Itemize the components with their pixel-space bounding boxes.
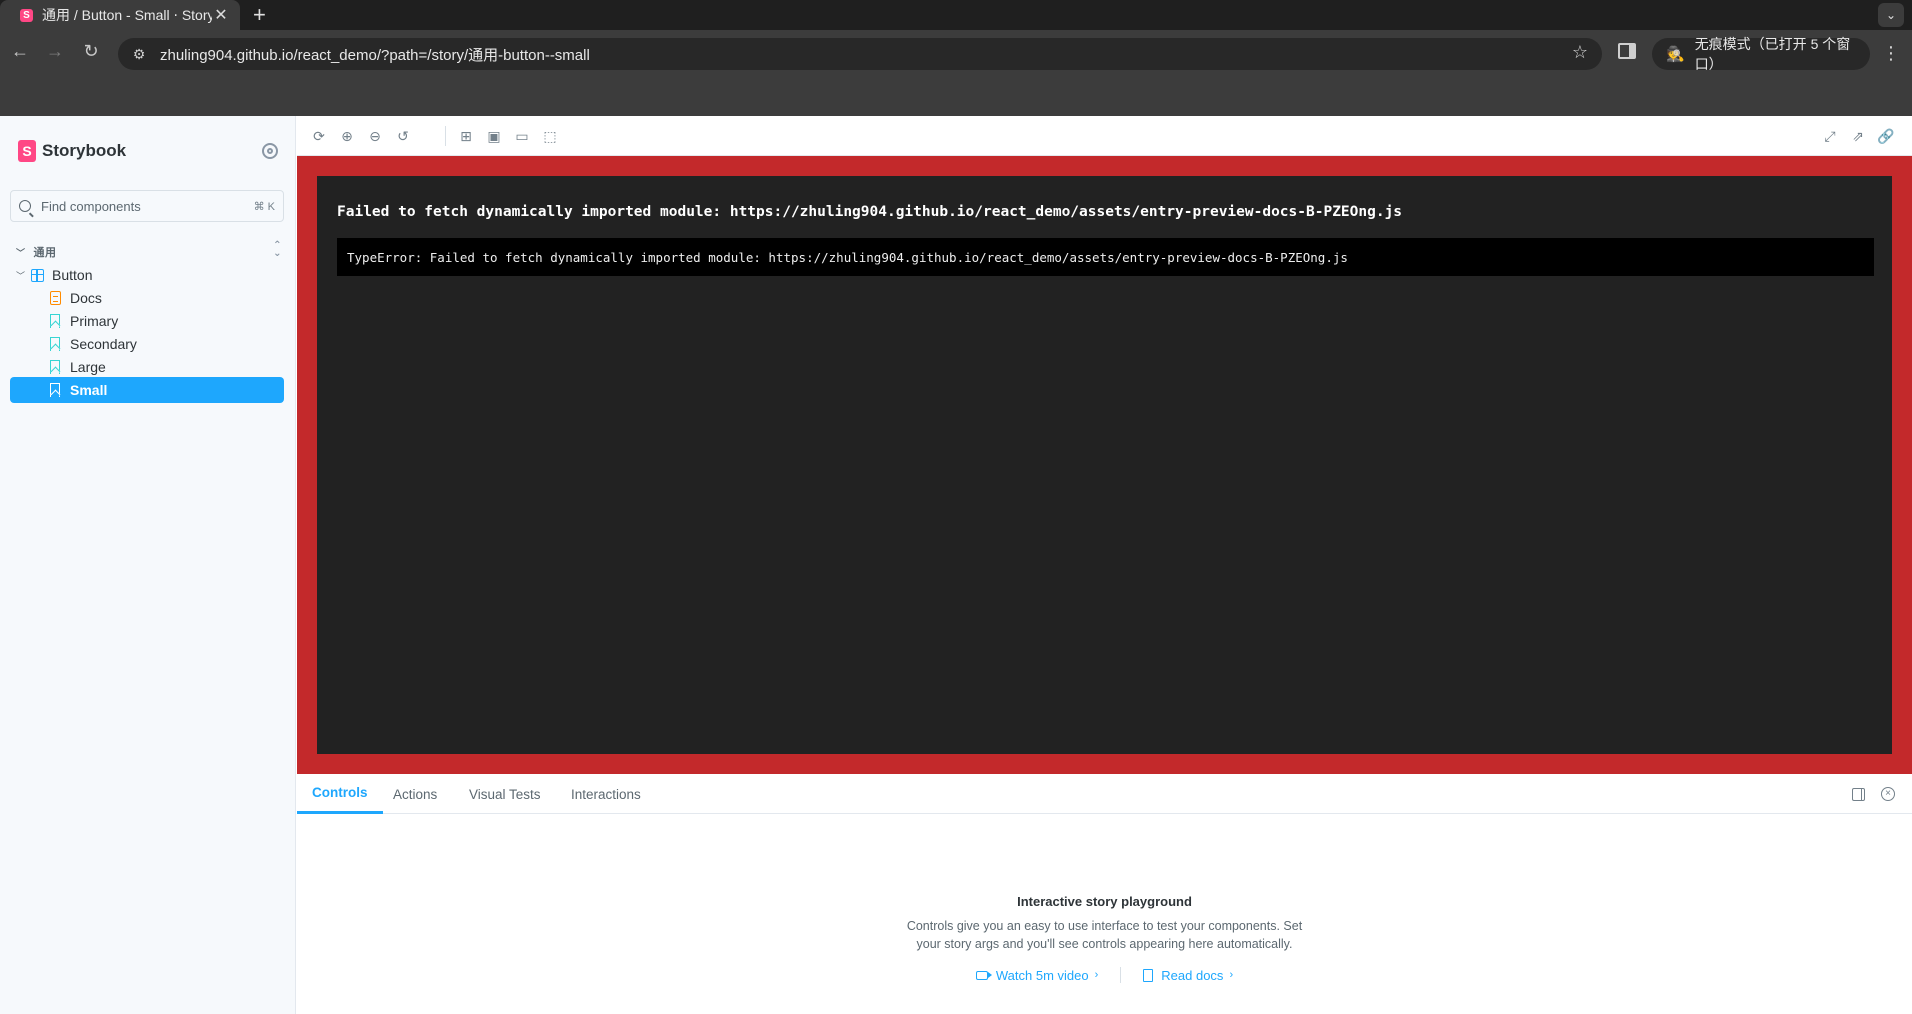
bookmark-icon: [50, 314, 60, 328]
empty-description: Controls give you an easy to use interfa…: [906, 919, 1303, 951]
error-panel: Failed to fetch dynamically imported mod…: [317, 176, 1892, 754]
chevron-right-icon: ›: [1094, 969, 1099, 981]
tab-actions[interactable]: Actions: [393, 774, 437, 814]
bookmark-icon: [50, 360, 60, 374]
search-icon: [19, 200, 31, 212]
canvas-toolbar: ⟳ ⊕ ⊖ ↺ ⊞ ▣ ▭ ⬚ ⤢ ⇗ 🔗: [297, 116, 1912, 156]
url-text[interactable]: zhuling904.github.io/react_demo/?path=/s…: [160, 44, 590, 65]
video-icon: [975, 970, 992, 980]
controls-empty-state: Interactive story playground Controls gi…: [297, 894, 1912, 983]
background-icon[interactable]: ▣: [484, 126, 504, 146]
search-placeholder: Find components: [41, 198, 141, 214]
zoom-reset-icon[interactable]: ↺: [393, 126, 413, 146]
viewport-icon[interactable]: ▭: [512, 126, 532, 146]
tab-search-chevron-icon[interactable]: ⌄: [1878, 3, 1904, 27]
search-shortcut: ⌘ K: [253, 200, 275, 213]
chevron-down-icon: ﹀: [16, 247, 26, 258]
storybook-favicon-icon: S: [20, 8, 33, 22]
sidebar-item-label: Docs: [70, 290, 102, 306]
fullscreen-icon[interactable]: ⤢: [1820, 126, 1840, 146]
tab-close-icon[interactable]: ✕: [212, 5, 230, 25]
story-preview: Failed to fetch dynamically imported mod…: [297, 156, 1912, 774]
document-icon: [1143, 968, 1154, 982]
component-icon: [31, 268, 45, 282]
watch-video-link[interactable]: Watch 5m video ›: [975, 967, 1099, 983]
address-bar[interactable]: ⚙ zhuling904.github.io/react_demo/?path=…: [118, 38, 1602, 70]
group-label: 通用: [33, 247, 57, 259]
side-panel-icon[interactable]: [1618, 43, 1636, 59]
toolbar-divider: [445, 126, 446, 146]
settings-gear-icon[interactable]: [262, 143, 278, 159]
remount-icon[interactable]: ⟳: [309, 126, 329, 146]
error-message: Failed to fetch dynamically imported mod…: [337, 204, 1403, 220]
bookmark-star-icon[interactable]: ☆: [1572, 42, 1588, 63]
tab-visual-tests[interactable]: Visual Tests: [469, 774, 541, 814]
search-input[interactable]: Find components ⌘ K: [10, 190, 284, 222]
tab-title: 通用 / Button - Small ⋅ Storyb: [42, 7, 212, 23]
brand-name: Storybook: [42, 141, 127, 160]
empty-title: Interactive story playground: [1017, 894, 1192, 909]
incognito-label: 无痕模式（已打开 5 个窗口）: [1694, 36, 1851, 72]
sidebar-item-label: Primary: [70, 313, 119, 329]
sidebar-item-label: Button: [52, 267, 93, 283]
browser-toolbar: ← → ↻ ⚙ zhuling904.github.io/react_demo/…: [0, 30, 1912, 116]
site-settings-icon[interactable]: ⚙: [130, 45, 148, 63]
storybook-sidebar: S Storybook Find components ⌘ K ﹀ 通用 ⌃ ⌄ …: [0, 116, 296, 1014]
open-new-tab-icon[interactable]: ⇗: [1848, 126, 1868, 146]
sidebar-item-label: Large: [70, 359, 106, 375]
close-panel-icon[interactable]: ×: [1881, 787, 1895, 801]
zoom-in-icon[interactable]: ⊕: [337, 126, 357, 146]
outline-icon[interactable]: ⬚: [540, 126, 560, 146]
incognito-indicator[interactable]: 🕵 无痕模式（已打开 5 个窗口）: [1652, 36, 1870, 72]
addon-tab-bar: Controls Actions Visual Tests Interactio…: [297, 774, 1912, 814]
chevron-right-icon: ›: [1229, 969, 1234, 981]
empty-links: Watch 5m video › Read docs ›: [297, 967, 1912, 983]
chevron-down-icon: ﹀: [16, 270, 26, 281]
watch-video-label: Watch 5m video: [995, 967, 1089, 983]
zoom-out-icon[interactable]: ⊖: [365, 126, 385, 146]
collapse-all-icon[interactable]: ⌃ ⌄: [273, 241, 282, 259]
read-docs-label: Read docs: [1161, 967, 1224, 983]
sidebar-group-tongyong[interactable]: ﹀ 通用 ⌃ ⌄: [16, 241, 282, 260]
copy-link-icon[interactable]: 🔗: [1876, 126, 1896, 146]
back-icon[interactable]: ←: [5, 36, 35, 66]
sidebar-item-small[interactable]: Small: [10, 377, 284, 403]
read-docs-link[interactable]: Read docs ›: [1143, 968, 1233, 983]
tab-controls[interactable]: Controls: [297, 774, 383, 814]
addons-panel: Controls Actions Visual Tests Interactio…: [297, 774, 1912, 1014]
sidebar-item-label: Small: [70, 382, 108, 398]
browser-tab[interactable]: S 通用 / Button - Small ⋅ Storyb ✕: [0, 0, 240, 30]
document-icon: [50, 291, 61, 305]
panel-orientation-icon[interactable]: [1852, 788, 1865, 801]
new-tab-button[interactable]: +: [253, 3, 266, 27]
bookmark-icon: [50, 337, 60, 351]
tab-interactions[interactable]: Interactions: [571, 774, 641, 814]
grid-icon[interactable]: ⊞: [456, 126, 476, 146]
storybook-logo-icon: S: [18, 140, 36, 162]
sidebar-item-label: Secondary: [70, 336, 137, 352]
incognito-icon: 🕵: [1666, 46, 1685, 63]
error-stack: TypeError: Failed to fetch dynamically i…: [337, 238, 1874, 276]
link-divider: [1120, 967, 1122, 983]
bookmark-icon: [50, 383, 60, 397]
browser-menu-icon[interactable]: ⋮: [1882, 44, 1900, 62]
reload-icon[interactable]: ↻: [76, 36, 106, 66]
storybook-brand[interactable]: S Storybook: [18, 140, 126, 162]
forward-icon[interactable]: →: [40, 36, 70, 66]
browser-tab-strip: S 通用 / Button - Small ⋅ Storyb ✕ + ⌄: [0, 0, 1912, 30]
